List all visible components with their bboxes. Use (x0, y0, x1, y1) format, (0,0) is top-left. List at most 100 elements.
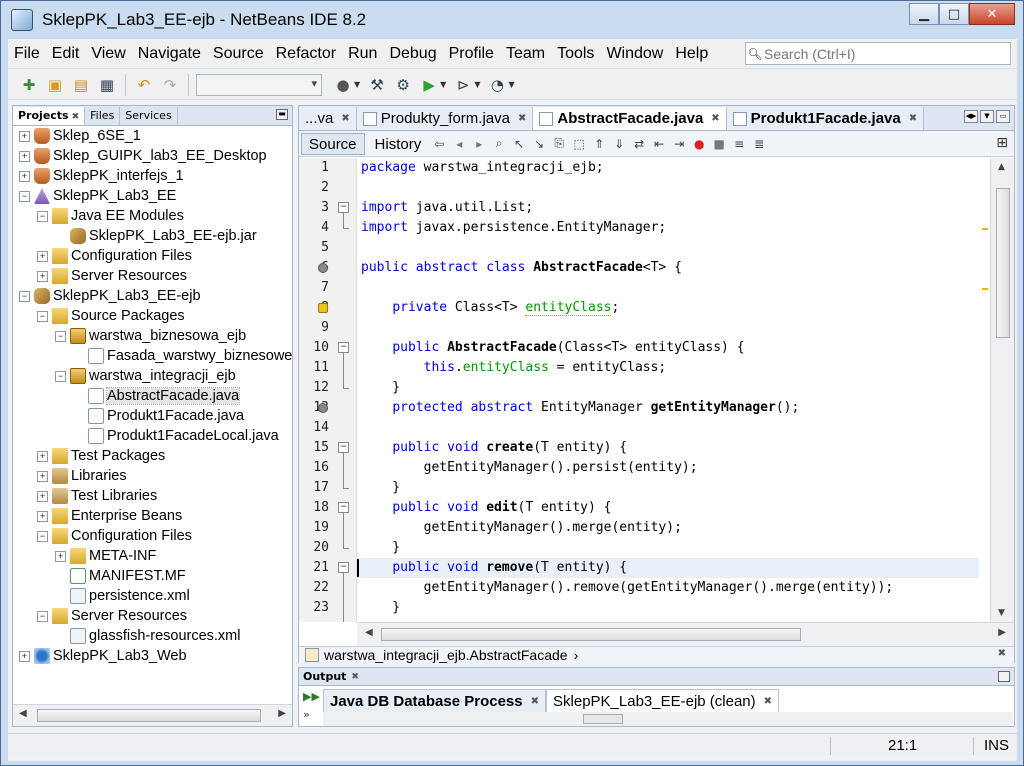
expand-icon[interactable]: + (19, 650, 30, 662)
override-icon[interactable] (318, 403, 328, 413)
tree-node[interactable]: − Java EE Modules (37, 206, 184, 226)
previous-bookmark-icon[interactable]: ⇑ (591, 136, 607, 152)
code-area[interactable]: 123−45678910−1112131415−161718−192021−22… (299, 158, 1014, 622)
collapse-icon[interactable]: − (19, 190, 30, 202)
menu-window[interactable]: Window (600, 39, 669, 69)
chevron-right-icon[interactable]: › (574, 647, 579, 663)
warning-icon[interactable] (318, 303, 328, 313)
minimize-button[interactable]: ▁ (909, 3, 939, 25)
scroll-thumb[interactable] (583, 714, 623, 724)
close-icon[interactable]: ✖ (351, 672, 359, 682)
code-line[interactable]: } (361, 598, 400, 618)
editor-tab[interactable]: ...va ✖ (299, 107, 357, 130)
code-line[interactable]: getEntityManager().remove(getEntityManag… (361, 578, 894, 598)
expand-icon[interactable]: + (37, 470, 48, 482)
configuration-select[interactable] (196, 73, 322, 96)
toggle-bookmark-icon[interactable]: ⇄ (631, 136, 647, 152)
tree-node[interactable]: Produkt1FacadeLocal.java (73, 426, 279, 446)
scroll-right-icon[interactable]: ▶ (998, 627, 1006, 638)
debug-icon[interactable]: ⊳ (452, 74, 474, 96)
expand-icon[interactable]: + (19, 130, 30, 142)
output-tab[interactable]: SklepPK_Lab3_EE-ejb (clean) ✖ (546, 689, 780, 713)
warning-mark[interactable] (982, 228, 988, 230)
output-tab[interactable]: Java DB Database Process ✖ (323, 689, 547, 712)
find-next-icon[interactable]: ↘ (531, 136, 547, 152)
code-line[interactable]: getEntityManager().merge(entity); (361, 518, 682, 538)
collapse-icon[interactable]: − (37, 610, 48, 622)
tree-node[interactable]: + Test Libraries (37, 486, 157, 506)
error-stripe[interactable] (980, 158, 990, 622)
tree-node[interactable]: + Test Packages (37, 446, 165, 466)
collapse-icon[interactable]: − (37, 310, 48, 322)
code-line[interactable]: public abstract class AbstractFacade<T> … (361, 258, 682, 278)
tree-node[interactable]: − SklepPK_Lab3_EE-ejb (19, 286, 201, 306)
close-icon[interactable]: ✖ (764, 690, 772, 713)
tree-node[interactable]: − Source Packages (37, 306, 185, 326)
tree-node[interactable]: + SklepPK_interfejs_1 (19, 166, 184, 186)
tree-node[interactable]: + Sklep_6SE_1 (19, 126, 141, 146)
tree-node[interactable]: − warstwa_biznesowa_ejb (55, 326, 246, 346)
menu-refactor[interactable]: Refactor (270, 39, 342, 69)
collapse-icon[interactable]: − (19, 290, 30, 302)
vertical-scrollbar[interactable]: ▲ ▼ (990, 158, 1014, 622)
tree-node[interactable]: SklepPK_Lab3_EE-ejb.jar (55, 226, 257, 246)
code-line[interactable]: private Class<T> entityClass; (361, 298, 619, 318)
tree-node[interactable]: + Configuration Files (37, 246, 192, 266)
globe-icon[interactable]: ● (332, 74, 354, 96)
minimize-panel-button[interactable]: ▬ (276, 109, 288, 120)
breadcrumb-item[interactable]: warstwa_integracji_ejb.AbstractFacade (324, 647, 568, 663)
horizontal-scrollbar[interactable]: ◀ ▶ (13, 704, 292, 726)
shift-left-icon[interactable]: ⇤ (651, 136, 667, 152)
code-line[interactable]: } (361, 538, 400, 558)
tree-node[interactable]: + Sklep_GUIPK_lab3_EE_Desktop (19, 146, 267, 166)
scroll-thumb[interactable] (996, 188, 1010, 338)
tree-node[interactable]: + META-INF (55, 546, 156, 566)
expand-icon[interactable]: + (19, 170, 30, 182)
tree-node[interactable]: + Enterprise Beans (37, 506, 182, 526)
code-line[interactable]: public void remove(T entity) { (357, 558, 979, 578)
find-selection-icon[interactable]: ⎘ (551, 136, 567, 152)
tree-node[interactable]: − warstwa_integracji_ejb (55, 366, 236, 386)
collapse-icon[interactable]: − (55, 330, 66, 342)
close-icon[interactable]: ✖ (341, 107, 349, 130)
fold-icon[interactable]: − (338, 202, 349, 213)
shift-right-icon[interactable]: ⇥ (671, 136, 687, 152)
code-line[interactable]: } (361, 478, 400, 498)
chevron-down-icon[interactable]: ▼ (440, 80, 446, 89)
code-line[interactable]: getEntityManager().persist(entity); (361, 458, 698, 478)
close-icon[interactable]: ✖ (909, 107, 917, 130)
code-line[interactable]: this.entityClass = entityClass; (361, 358, 667, 378)
fold-icon[interactable]: − (338, 442, 349, 453)
tree-node[interactable]: + Libraries (37, 466, 127, 486)
editor-tab[interactable]: AbstractFacade.java ✖ (533, 107, 727, 130)
menu-source[interactable]: Source (207, 39, 270, 69)
expand-icon[interactable]: + (55, 550, 66, 562)
tree-node[interactable]: Fasada_warstwy_biznesowej (73, 346, 292, 366)
code-line[interactable]: protected abstract EntityManager getEnti… (361, 398, 799, 418)
expand-icon[interactable]: + (37, 490, 48, 502)
last-edit-icon[interactable]: ⇦ (431, 136, 447, 152)
menu-tools[interactable]: Tools (551, 39, 600, 69)
chevron-down-icon[interactable]: ▼ (474, 80, 480, 89)
output-title[interactable]: Output (303, 670, 346, 683)
scroll-thumb[interactable] (37, 709, 261, 722)
close-button[interactable]: ✕ (969, 3, 1015, 25)
menu-view[interactable]: View (85, 39, 131, 69)
horizontal-scrollbar[interactable] (323, 712, 1013, 726)
collapse-icon[interactable]: − (55, 370, 66, 382)
menu-run[interactable]: Run (342, 39, 383, 69)
expand-icon[interactable]: + (37, 250, 48, 262)
tree-node[interactable]: + SklepPK_Lab3_Web (19, 646, 187, 666)
uncomment-icon[interactable]: ≣ (751, 136, 767, 152)
undo-icon[interactable]: ↶ (133, 74, 155, 96)
warning-mark[interactable] (982, 288, 988, 290)
menu-edit[interactable]: Edit (46, 39, 86, 69)
stop-macro-icon[interactable]: ■ (711, 136, 727, 152)
maximize-button[interactable]: □ (939, 3, 969, 25)
start-macro-icon[interactable]: ● (691, 136, 707, 152)
insert-mode[interactable]: INS (984, 737, 1009, 754)
code-line[interactable]: public AbstractFacade(Class<T> entityCla… (361, 338, 744, 358)
expand-icon[interactable]: + (19, 150, 30, 162)
scroll-down-icon[interactable]: ▼ (998, 608, 1005, 618)
tab-scroll-left-icon[interactable]: ◀▶ (964, 110, 978, 123)
